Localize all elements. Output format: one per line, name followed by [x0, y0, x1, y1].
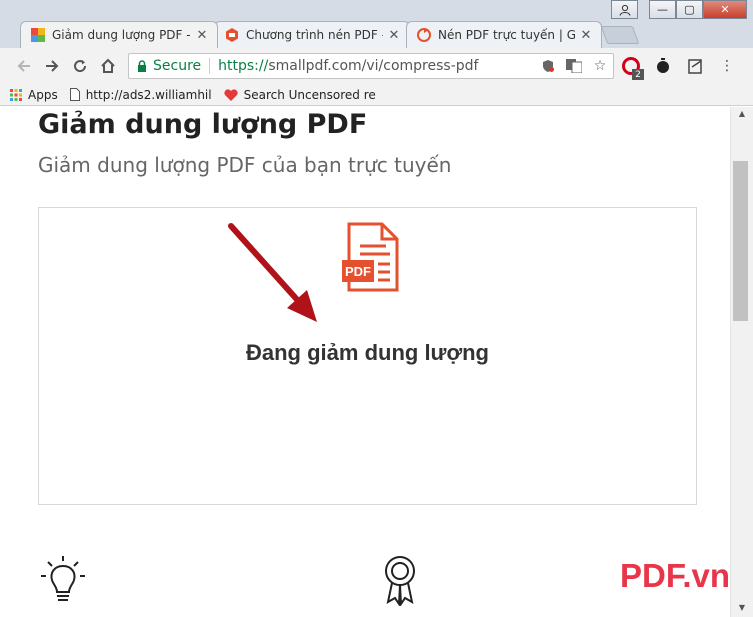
extension-icons: 2 ⋮	[620, 56, 738, 80]
bookmark-label: http://ads2.williamhil	[85, 87, 212, 102]
lightbulb-icon	[41, 556, 85, 601]
address-bar[interactable]: Secure https:// smallpdf.com/vi/compress…	[128, 53, 614, 79]
tab-title: Giảm dung lượng PDF - &	[52, 28, 191, 42]
lock-icon	[138, 60, 146, 72]
user-profile-button[interactable]	[611, 0, 638, 19]
tab-strip: Giảm dung lượng PDF - & ✕ Chương trình n…	[0, 0, 753, 48]
tab-chuong-trinh-nen[interactable]: Chương trình nén PDF – ✕	[214, 21, 410, 48]
opera-extension-icon[interactable]: 2	[620, 56, 644, 80]
arrow-right-icon	[46, 60, 59, 72]
bookmark-label: Apps	[28, 87, 58, 102]
scroll-thumb[interactable]	[733, 161, 748, 321]
tab-title: Nén PDF trực tuyến | Giả	[438, 28, 575, 42]
page-content: Giảm dung lượng PDF Giảm dung lượng PDF …	[0, 107, 730, 617]
extension-badge: 2	[632, 69, 644, 80]
home-button[interactable]	[94, 52, 122, 80]
reload-icon	[74, 60, 87, 73]
bookmarks-bar: Apps http://ads2.williamhil Search Uncen…	[0, 84, 753, 106]
award-ribbon-icon	[385, 556, 415, 606]
bookmark-label: Search Uncensored re	[243, 87, 376, 102]
bookmark-williamhill[interactable]: http://ads2.williamhil	[69, 87, 212, 102]
smallpdf-favicon-icon	[31, 28, 45, 42]
apps-grid-icon	[10, 88, 22, 101]
hexagon-favicon-icon	[226, 28, 238, 42]
tab-giam-dung-luong[interactable]: Giảm dung lượng PDF - & ✕	[20, 21, 218, 48]
shield-blocked-icon[interactable]	[539, 57, 557, 75]
timer-icon[interactable]	[652, 56, 674, 76]
clipboard-icon[interactable]	[684, 56, 706, 76]
tab-title: Chương trình nén PDF –	[246, 28, 383, 42]
tab-close-icon[interactable]: ✕	[195, 28, 209, 43]
tab-close-icon[interactable]: ✕	[387, 28, 401, 43]
page-subtitle: Giảm dung lượng PDF của bạn trực tuyến	[38, 153, 452, 177]
compress-status-text: Đang giảm dung lượng	[246, 340, 489, 365]
browser-window: Giảm dung lượng PDF - & ✕ Chương trình n…	[0, 0, 753, 617]
maximize-button[interactable]: ▢	[676, 0, 703, 19]
red-arrow-annotation	[228, 223, 317, 322]
url-path: smallpdf.com/vi/compress-pdf	[268, 58, 479, 74]
menu-icon[interactable]: ⋮	[716, 56, 738, 76]
tab-close-icon[interactable]: ✕	[579, 28, 593, 43]
secure-label: Secure	[153, 58, 202, 74]
translate-icon[interactable]	[565, 57, 583, 75]
user-icon	[619, 4, 630, 16]
bookmark-search-uncensored[interactable]: Search Uncensored re	[224, 88, 376, 102]
page-icon	[69, 88, 80, 101]
omnibox-actions: ☆	[539, 57, 609, 75]
close-button[interactable]: ✕	[703, 0, 747, 19]
arrow-left-icon	[17, 60, 30, 72]
upload-dropzone[interactable]: PDF Đang giảm dung lượng	[38, 207, 697, 505]
scroll-down-arrow-icon[interactable]: ▼	[731, 603, 753, 615]
url-scheme: https://	[218, 58, 269, 74]
bookmark-star-icon[interactable]: ☆	[591, 57, 609, 75]
back-button[interactable]	[10, 52, 38, 80]
home-icon	[101, 58, 115, 73]
omnibox-divider	[209, 58, 211, 74]
pdf-file-icon: PDF	[342, 222, 399, 292]
minimize-button[interactable]: —	[649, 0, 676, 19]
pdfvn-watermark: PDF.vn	[620, 557, 730, 594]
forward-button[interactable]	[38, 52, 66, 80]
bookmark-apps[interactable]: Apps	[10, 88, 58, 102]
page-scrollbar[interactable]: ▲ ▼	[730, 107, 753, 617]
page-title: Giảm dung lượng PDF	[38, 109, 368, 140]
scroll-up-arrow-icon[interactable]: ▲	[731, 109, 753, 121]
heart-icon	[224, 88, 238, 101]
window-controls: — ▢ ✕	[649, 0, 747, 19]
pdf-icon-label: PDF	[345, 264, 371, 279]
tab-nen-pdf-truc-tuyen[interactable]: Nén PDF trực tuyến | Giả ✕	[406, 21, 602, 48]
refresh-favicon-icon	[417, 28, 431, 42]
reload-button[interactable]	[66, 52, 94, 80]
new-tab-button[interactable]	[600, 26, 640, 44]
browser-toolbar: Secure https:// smallpdf.com/vi/compress…	[0, 48, 753, 84]
